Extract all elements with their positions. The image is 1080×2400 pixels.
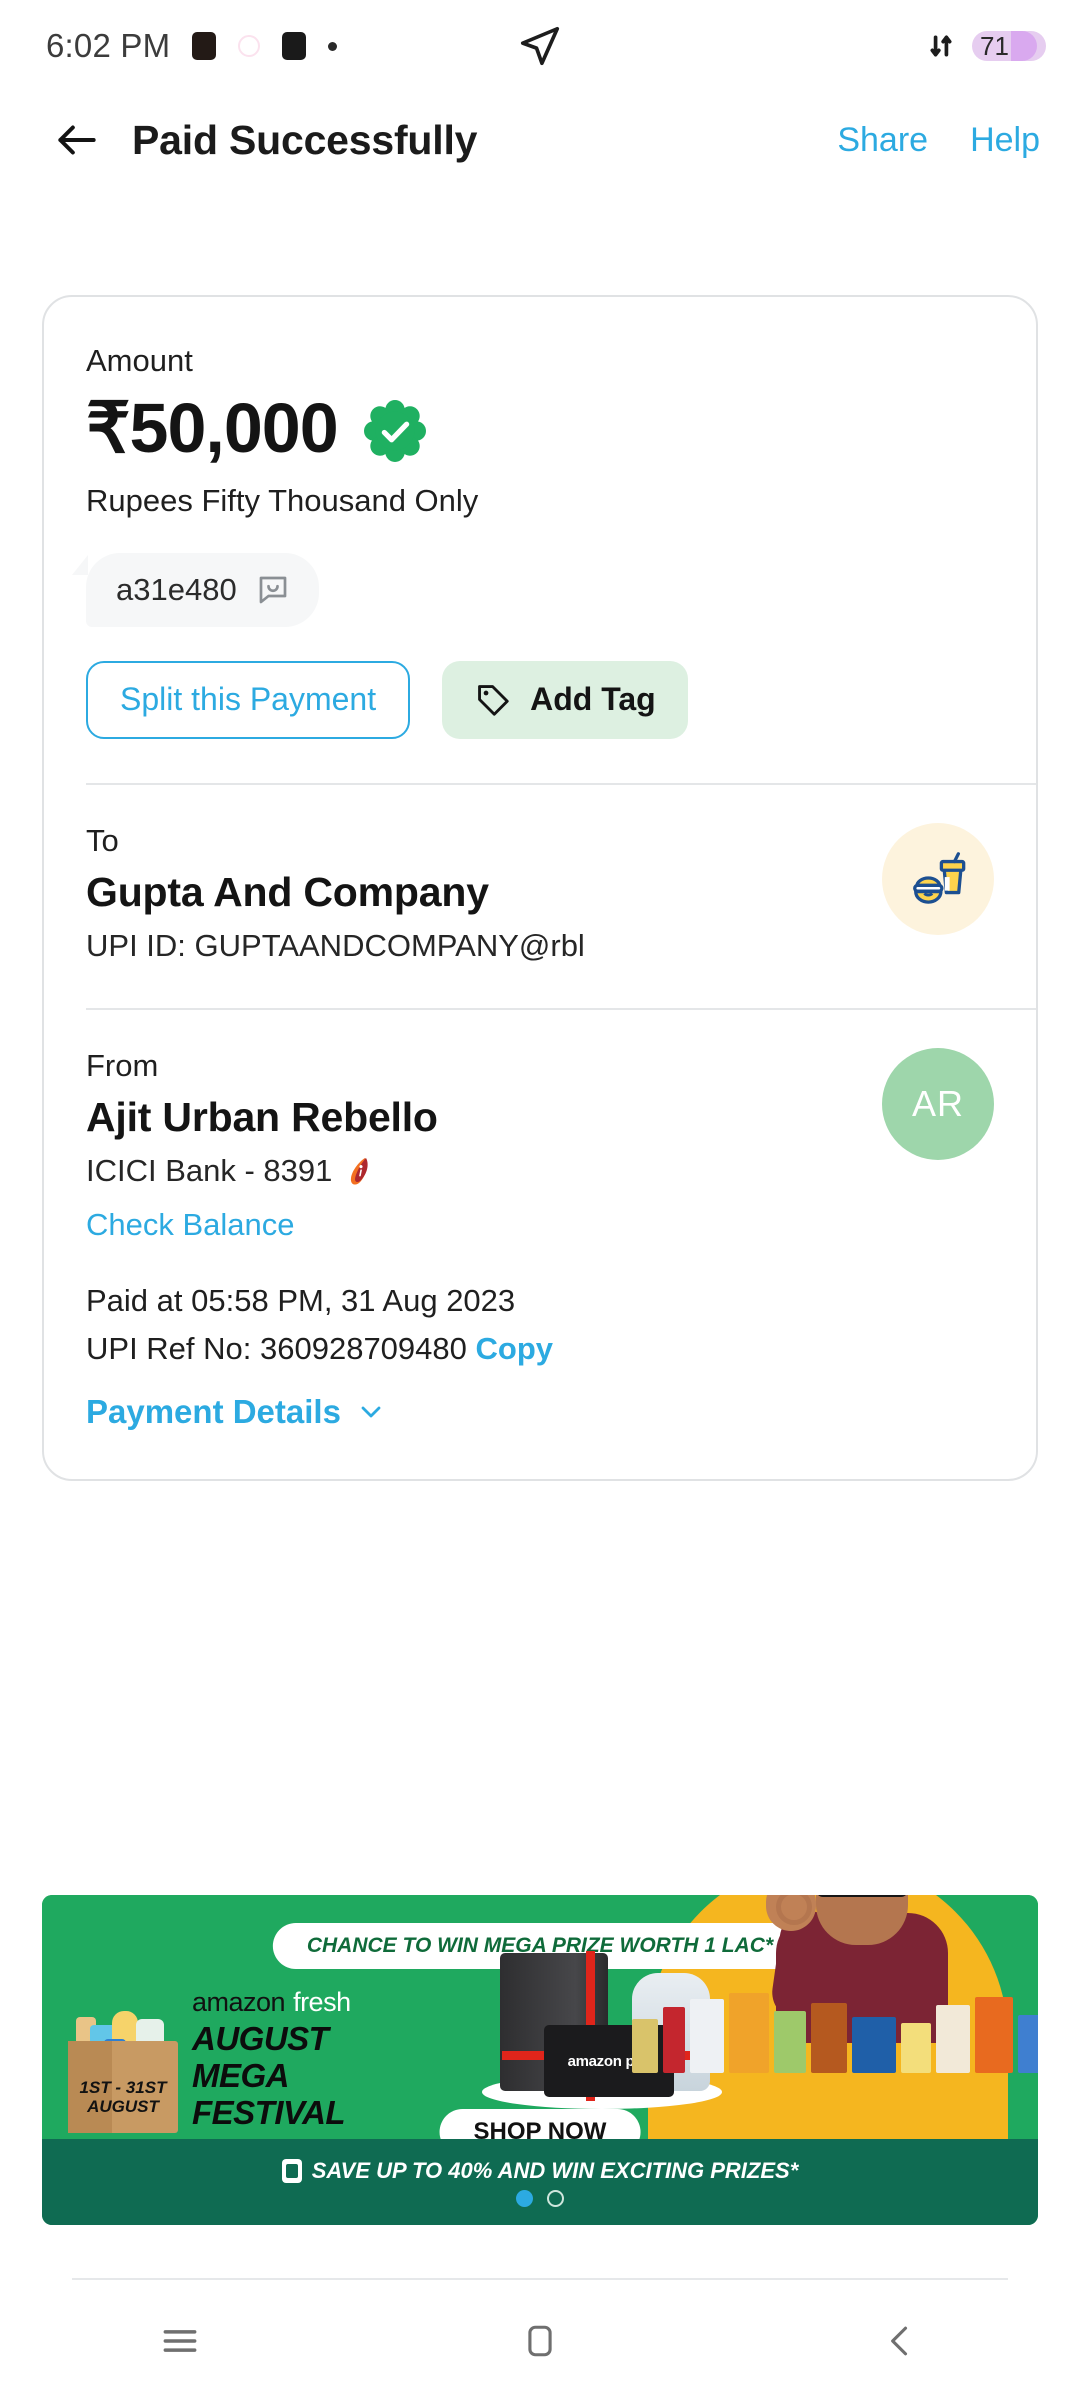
nav-back-button[interactable] bbox=[840, 2301, 960, 2381]
upi-ref-row: UPI Ref No: 360928709480 Copy bbox=[86, 1331, 994, 1367]
status-bar-notification-icons bbox=[192, 32, 338, 60]
payment-note-text: a31e480 bbox=[116, 571, 237, 607]
ad-brand-text: amazon fresh AUGUST MEGA FESTIVAL bbox=[192, 1987, 351, 2129]
split-payment-label: Split this Payment bbox=[120, 681, 377, 718]
ad-title-line-1: AUGUST bbox=[192, 2020, 329, 2057]
ad-date-range: 1ST - 31ST AUGUST bbox=[79, 2077, 167, 2117]
carousel-dot-1[interactable] bbox=[516, 2189, 533, 2207]
payer-label: From bbox=[86, 1047, 159, 1083]
amount-row: ₹50,000 bbox=[86, 389, 994, 467]
ad-carousel-dots[interactable] bbox=[516, 2189, 564, 2207]
carousel-dot-2[interactable] bbox=[547, 2189, 564, 2207]
payer-name: Ajit Urban Rebello bbox=[86, 1093, 438, 1140]
payer-avatar-initials: AR bbox=[911, 1082, 964, 1124]
paid-at-text: Paid at 05:58 PM, 31 Aug 2023 bbox=[86, 1282, 516, 1318]
android-navigation-bar bbox=[0, 2282, 1080, 2400]
add-tag-button[interactable]: Add Tag bbox=[442, 660, 688, 739]
recents-menu-icon bbox=[163, 2330, 197, 2352]
ad-product-shelf bbox=[618, 1989, 1038, 2073]
ad-background: CHANCE TO WIN MEGA PRIZE WORTH 1 LAC* 1S… bbox=[42, 1895, 1038, 2149]
payer-section: From Ajit Urban Rebello ICICI Bank - 839… bbox=[86, 1010, 994, 1243]
payee-avatar bbox=[882, 822, 994, 935]
advertisement-banner[interactable]: CHANCE TO WIN MEGA PRIZE WORTH 1 LAC* 1S… bbox=[42, 1895, 1038, 2225]
status-bar-time: 6:02 PM bbox=[46, 27, 171, 64]
battery-indicator: 71 bbox=[972, 31, 1046, 61]
status-bar-right: 71 bbox=[928, 31, 1046, 61]
notification-icon bbox=[192, 32, 217, 60]
payment-note-chip[interactable]: a31e480 bbox=[72, 552, 319, 627]
ad-title-line-2: MEGA bbox=[192, 2057, 289, 2094]
notification-dot bbox=[328, 41, 338, 51]
amount-value: ₹50,000 bbox=[86, 389, 339, 467]
back-button[interactable] bbox=[48, 111, 106, 169]
green-verified-check-icon bbox=[363, 399, 426, 462]
share-button[interactable]: Share bbox=[837, 121, 928, 160]
notification-icon-3 bbox=[282, 32, 307, 60]
tag-icon bbox=[478, 684, 509, 716]
bottom-divider bbox=[72, 2278, 1008, 2280]
notification-icon-2 bbox=[238, 35, 261, 57]
payer-bank-row: ICICI Bank - 8391 bbox=[86, 1153, 862, 1189]
payee-upi-id: UPI ID: GUPTAANDCOMPANY@rbl bbox=[86, 927, 585, 963]
grocery-bag-icon: 1ST - 31ST AUGUST bbox=[62, 2011, 184, 2133]
amount-in-words: Rupees Fifty Thousand Only bbox=[86, 482, 479, 518]
payee-label: To bbox=[86, 822, 119, 858]
ad-brand-block: 1ST - 31ST AUGUST amazon fresh AUGUST MEG… bbox=[62, 1987, 351, 2133]
home-button[interactable] bbox=[480, 2301, 600, 2381]
payee-name: Gupta And Company bbox=[86, 868, 489, 915]
data-transfer-icon bbox=[930, 35, 952, 57]
ad-offer-text: SAVE UP TO 40% AND WIN EXCITING PRIZES* bbox=[281, 2158, 798, 2184]
food-and-drink-icon bbox=[913, 851, 966, 904]
payment-details-label: Payment Details bbox=[86, 1392, 341, 1430]
action-button-row: Split this Payment Add Tag bbox=[86, 660, 994, 739]
receipt-card: Amount ₹50,000 Rupees Fifty Thousand Onl… bbox=[42, 295, 1038, 1481]
offer-tag-icon bbox=[281, 2158, 302, 2183]
recents-button[interactable] bbox=[120, 2301, 240, 2381]
home-square-icon bbox=[528, 2325, 552, 2357]
amount-label: Amount bbox=[86, 343, 193, 378]
battery-icon bbox=[1010, 31, 1037, 61]
ad-footer-strip: SAVE UP TO 40% AND WIN EXCITING PRIZES* bbox=[42, 2139, 1038, 2225]
battery-percent: 71 bbox=[980, 31, 1009, 61]
split-payment-button[interactable]: Split this Payment bbox=[86, 660, 411, 739]
model-glasses-icon bbox=[816, 1895, 908, 1897]
status-bar: 6:02 PM 71 bbox=[0, 0, 1080, 92]
app-header: Paid Successfully Share Help bbox=[0, 92, 1080, 188]
header-actions: Share Help bbox=[837, 121, 1040, 160]
copy-button[interactable]: Copy bbox=[476, 1331, 554, 1366]
location-arrow-icon bbox=[520, 26, 560, 66]
page-title: Paid Successfully bbox=[132, 116, 478, 163]
chat-bubble-smiley-icon bbox=[259, 576, 287, 603]
payer-bank: ICICI Bank - 8391 bbox=[86, 1152, 333, 1188]
help-button[interactable]: Help bbox=[970, 121, 1040, 160]
add-tag-label: Add Tag bbox=[530, 681, 656, 718]
ad-title-line-3: FESTIVAL bbox=[192, 2094, 346, 2131]
check-balance-link[interactable]: Check Balance bbox=[86, 1207, 295, 1243]
chevron-down-icon bbox=[361, 1406, 381, 1417]
transaction-meta: Paid at 05:58 PM, 31 Aug 2023 UPI Ref No… bbox=[86, 1243, 994, 1479]
back-arrow-icon bbox=[58, 125, 96, 155]
icici-bank-logo-icon bbox=[351, 1157, 369, 1185]
upi-ref-text: UPI Ref No: 360928709480 bbox=[86, 1330, 467, 1366]
amazon-fresh-logo: amazon fresh bbox=[192, 1987, 351, 2017]
payer-avatar: AR bbox=[882, 1047, 994, 1160]
payment-details-toggle[interactable]: Payment Details bbox=[86, 1393, 994, 1431]
back-chevron-icon bbox=[891, 2326, 908, 2356]
payee-section: To Gupta And Company UPI ID: GUPTAANDCOM… bbox=[86, 785, 994, 964]
